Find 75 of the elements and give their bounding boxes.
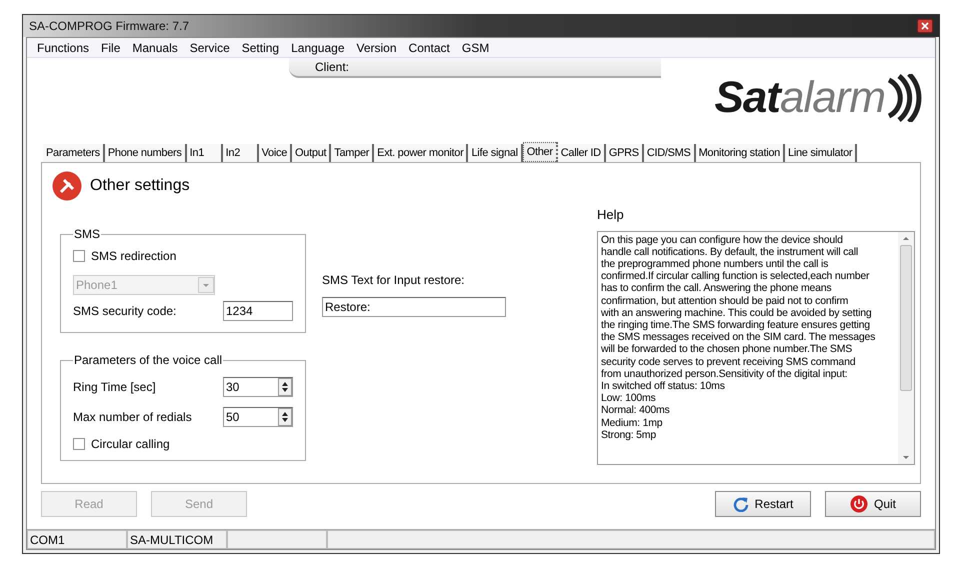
menu-item[interactable]: GSM	[462, 38, 490, 56]
field-label: SMS Text for Input restore:	[322, 272, 466, 289]
spinner-arrows-icon[interactable]	[278, 378, 292, 396]
checkbox[interactable]	[73, 438, 85, 450]
help-label: Help	[597, 206, 625, 224]
tab[interactable]: In1	[186, 144, 223, 162]
tab[interactable]: Other	[522, 142, 558, 162]
tab[interactable]: Caller ID	[558, 144, 606, 162]
field-label: SMS security code:	[73, 303, 176, 320]
help-line: from unauthorized person.Sensitivity of the digital input:	[601, 368, 848, 380]
restore-text-field[interactable]: Restore:	[322, 297, 506, 317]
client-label: Client:	[315, 59, 350, 76]
menu-item[interactable]: Service	[190, 38, 230, 56]
tab[interactable]: GPRS	[606, 144, 644, 162]
menu-item[interactable]: Functions	[37, 38, 90, 56]
window-title: SA-COMPROG Firmware: 7.7	[29, 18, 190, 35]
tab[interactable]: CID/SMS	[644, 144, 696, 162]
field-label: Ring Time [sec]	[73, 379, 156, 396]
help-line: the ringing time.The SMS forwarding feature ensures getting	[601, 318, 871, 332]
help-line: the SMS messages received on the SIM card. The messages	[601, 331, 876, 344]
help-line: Normal: 400ms	[601, 404, 671, 417]
tab[interactable]: Tamper	[331, 144, 374, 162]
close-button[interactable]	[917, 19, 933, 33]
help-line: confirmed.If circular calling function is selected,each number	[601, 270, 870, 282]
close-icon	[921, 22, 929, 30]
tab[interactable]: Monitoring station	[696, 144, 785, 162]
help-line: the preprogrammed phone numbers until the call is	[601, 258, 830, 270]
menu-item[interactable]: Language	[291, 38, 344, 56]
help-line: Low: 100ms	[601, 392, 657, 404]
scroll-down-icon[interactable]	[902, 454, 910, 460]
group-title: Parameters of the voice call	[73, 352, 224, 369]
menu-item[interactable]: Setting	[242, 38, 280, 56]
quit-button[interactable]: Quit	[825, 491, 921, 517]
redials-spinbox[interactable]: 50	[223, 407, 293, 427]
group-title: SMS	[73, 226, 102, 243]
scroll-up-icon[interactable]	[902, 234, 910, 240]
tab[interactable]: Voice	[258, 144, 292, 162]
tab[interactable]: Output	[292, 144, 332, 162]
tab[interactable]: Parameters	[43, 144, 105, 162]
menu-item[interactable]: Version	[356, 38, 397, 56]
checkbox-label: SMS redirection	[91, 248, 176, 265]
spinner-arrows-icon[interactable]	[278, 408, 292, 426]
help-line: In switched off status: 10ms	[601, 380, 726, 392]
logo-text: Satalarm	[714, 76, 885, 120]
status-pane: COM1	[27, 530, 127, 549]
menu-item[interactable]: File	[101, 38, 120, 56]
tab[interactable]: Life signal	[468, 144, 523, 162]
scrollbar[interactable]	[898, 232, 914, 464]
restart-button[interactable]: Restart	[715, 491, 811, 517]
checkbox-label: Circular calling	[91, 436, 170, 453]
help-line: will be forwarded to the chosen phone number.The SMS	[601, 343, 854, 356]
tab[interactable]: Phone numbers	[104, 144, 187, 162]
help-line: Strong: 5mp	[601, 428, 657, 441]
tab[interactable]: Line simulator	[785, 144, 858, 162]
help-line: confirmation, but attention should be paid not to confirm	[601, 294, 850, 307]
checkbox[interactable]	[73, 250, 85, 262]
ring-time-spinbox[interactable]: 30	[223, 377, 293, 397]
help-line: with an answering machine. This could be avoided by setting	[601, 306, 873, 319]
status-pane: SA-MULTICOM	[127, 530, 227, 549]
page-heading: Other settings	[90, 176, 190, 196]
security-code-field[interactable]: 1234	[223, 301, 293, 321]
help-text-area[interactable]	[597, 230, 915, 464]
menu-item[interactable]: Manuals	[132, 38, 178, 56]
help-line: Medium: 1mp	[601, 416, 664, 429]
tab[interactable]: In2	[222, 144, 259, 162]
help-line: handle call notifications. By default, the instrument will call	[601, 246, 860, 258]
help-line: security code serves to prevent receiving SMS command	[601, 356, 856, 368]
help-line: has to confirm the call. Answering the phone means	[601, 282, 832, 295]
tab[interactable]: Ext. power monitor	[374, 144, 468, 162]
field-label: Max number of redials	[73, 409, 192, 426]
tools-icon	[52, 171, 82, 201]
help-line: On this page you can configure how the device should	[601, 234, 844, 246]
power-icon	[850, 495, 868, 513]
refresh-icon	[732, 496, 749, 512]
menu-item[interactable]: Contact	[408, 38, 450, 56]
